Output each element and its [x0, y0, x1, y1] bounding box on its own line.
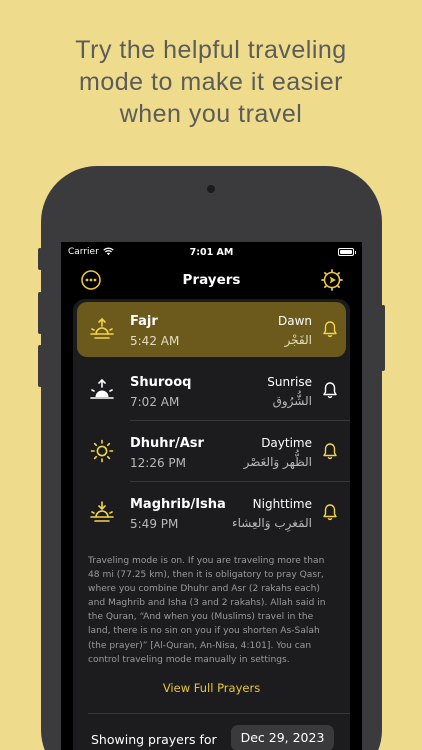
- traveling-mode-info: Traveling mode is on. If you are traveli…: [88, 556, 326, 665]
- prayer-name: Fajr: [130, 314, 158, 329]
- prayer-time: 5:49 PM: [130, 517, 179, 531]
- status-time: 7:01 AM: [189, 247, 234, 258]
- prayer-period: Sunrise: [267, 375, 312, 389]
- prayer-row-maghrib-isha[interactable]: Maghrib/Isha 5:49 PM Nighttime المَغرِب …: [73, 482, 350, 543]
- prayer-period: Daytime: [261, 436, 312, 450]
- prayer-name: Maghrib/Isha: [130, 497, 226, 512]
- prayer-row-dhuhr-asr[interactable]: Dhuhr/Asr 12:26 PM Daytime الظُّهر وَالع…: [73, 421, 350, 482]
- headline-line-2: mode to make it easier: [79, 68, 343, 96]
- bell-icon[interactable]: [322, 503, 338, 521]
- phone-power-button: [381, 305, 385, 371]
- app-screen: Carrier 7:01 AM Prayers Fajr 5:42 AM Daw…: [61, 242, 362, 750]
- view-full-prayers-link[interactable]: View Full Prayers: [73, 681, 350, 695]
- travel-compass-icon[interactable]: [321, 269, 343, 291]
- prayer-arabic-name: الفَجْر: [284, 333, 312, 347]
- dawn-icon: [90, 317, 114, 339]
- phone-volume-up: [38, 292, 42, 334]
- prayer-time: 7:02 AM: [130, 395, 180, 409]
- prayer-row-shurooq[interactable]: Shurooq 7:02 AM Sunrise الشُّرُوق: [73, 360, 350, 421]
- prayer-row-fajr[interactable]: Fajr 5:42 AM Dawn الفَجْر: [77, 302, 346, 357]
- phone-volume-down: [38, 345, 42, 387]
- prayer-arabic-name: الظُّهر وَالعَصْر: [243, 455, 312, 469]
- prayer-arabic-name: المَغرِب وَالعِشاء: [231, 516, 312, 530]
- page-title: Prayers: [182, 272, 241, 288]
- sunrise-icon: [90, 378, 114, 399]
- prayer-name: Shurooq: [130, 375, 192, 390]
- battery-icon: [338, 248, 356, 256]
- sun-icon: [90, 439, 114, 463]
- bell-icon[interactable]: [322, 320, 338, 338]
- prayer-arabic-name: الشُّرُوق: [272, 394, 312, 408]
- bell-icon[interactable]: [322, 381, 338, 399]
- bell-icon[interactable]: [322, 442, 338, 460]
- showing-prayers-label: Showing prayers for: [91, 732, 217, 747]
- prayer-time: 12:26 PM: [130, 456, 186, 470]
- prayer-period: Nighttime: [252, 497, 312, 511]
- phone-camera: [207, 185, 215, 193]
- prayers-card: Fajr 5:42 AM Dawn الفَجْر Shurooq 7:02 A…: [73, 299, 350, 750]
- nav-bar: Prayers: [61, 264, 362, 298]
- phone-mute-switch: [38, 248, 42, 270]
- headline-line-1: Try the helpful traveling: [75, 36, 347, 64]
- headline: Try the helpful traveling mode to make i…: [0, 34, 422, 130]
- prayer-period: Dawn: [277, 314, 312, 328]
- sunset-icon: [90, 501, 114, 522]
- status-bar: Carrier 7:01 AM: [61, 242, 362, 264]
- section-divider: [88, 713, 350, 714]
- prayer-name: Dhuhr/Asr: [130, 436, 204, 451]
- prayer-time: 5:42 AM: [130, 334, 180, 348]
- headline-line-3: when you travel: [119, 100, 303, 128]
- date-picker-button[interactable]: Dec 29, 2023: [231, 725, 334, 750]
